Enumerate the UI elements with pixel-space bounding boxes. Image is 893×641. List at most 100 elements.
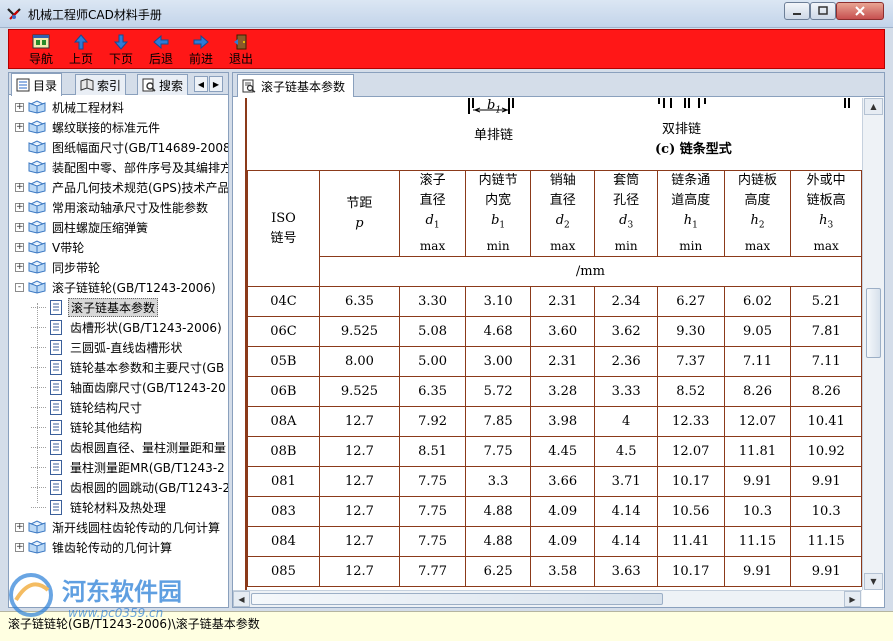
tree-page-item[interactable]: 齿槽形状(GB/T1243-2006) [31,317,224,337]
close-icon [855,6,865,16]
tree-folder-item[interactable]: + 渐开线圆柱齿轮传动的几何计算 [15,517,222,537]
forward-button[interactable]: 前进 [181,30,221,70]
value-cell: 3.00 [465,346,532,377]
tree-folder-item[interactable]: + 同步带轮 [15,257,102,277]
tab-scroll-right[interactable]: ▶ [209,76,223,92]
expand-icon[interactable]: + [15,182,24,192]
tree-item-label: 齿槽形状(GB/T1243-2006) [70,320,222,335]
tree-page-item[interactable]: 齿根圆直径、量柱测量距和量 [31,437,228,457]
tree-page-item[interactable]: 滚子链基本参数 [31,297,159,317]
tree-item-label: 滚子链链轮(GB/T1243-2006) [52,280,216,295]
value-cell: 3.33 [594,376,658,407]
expand-icon[interactable]: + [15,262,24,272]
chain-number-cell: 083 [247,496,320,527]
exit-button[interactable]: 退出 [221,30,261,70]
document-icon [50,379,62,395]
chain-number-cell: 06B [247,376,320,407]
contents-tree: + 机械工程材料 + 螺纹联接的标准元件 图纸幅面尺寸(GB/T14689-2008 装配… [9,97,228,607]
book-icon [28,220,46,234]
tree-folder-item[interactable]: + 螺纹联接的标准元件 [15,117,162,137]
tab-scroll-left[interactable]: ◀ [194,76,208,92]
minimize-button[interactable] [784,2,810,20]
scroll-down-button[interactable]: ▼ [864,573,883,590]
value-cell: 11.41 [656,526,725,557]
navigate-button[interactable]: 导航 [21,30,61,70]
tree-item-label: 装配图中零、部件序号及其编排方 [52,160,228,175]
tree-page-item[interactable]: 链轮结构尺寸 [31,397,144,417]
table-row: 06B 9.525 6.35 5.72 3.28 3.33 8.52 8.26 8.26 [247,376,862,407]
tab-search[interactable]: 搜索 [137,74,189,95]
value-cell: 5.00 [398,346,467,377]
arrow-left-icon [153,34,169,50]
value-cell: 9.91 [723,556,792,587]
collapse-icon[interactable]: - [15,282,24,292]
expand-icon[interactable]: + [15,102,24,112]
column-header: 滚子 直径 d1 max [398,170,467,257]
tree-folder-item[interactable]: + 圆柱螺旋压缩弹簧 [15,217,150,237]
value-cell: 10.56 [656,496,725,527]
tree-folder-item[interactable]: + 产品几何技术规范(GPS)技术产品 [15,177,228,197]
horizontal-scroll-thumb[interactable] [251,593,663,605]
back-button[interactable]: 后退 [141,30,181,70]
table-header-row: ISO 链号 节距 p 滚子 直径 d1 max 内链节 内宽 b1 min 销轴 直径 d2 max 套筒 孔径… [247,170,862,287]
chain-type-diagram: b1 单排链 双排链 (c) 链条型式 [247,98,862,168]
scroll-up-button[interactable]: ▲ [864,98,883,115]
expand-icon[interactable]: + [15,222,24,232]
tree-folder-item[interactable]: 图纸幅面尺寸(GB/T14689-2008 [15,137,228,157]
value-cell: 10.3 [723,496,792,527]
tree-page-item[interactable]: 链轮基本参数和主要尺寸(GB [31,357,226,377]
main-toolbar: 导航 上页 下页 后退 前进 退出 [8,29,885,69]
value-cell: 11.15 [790,526,862,557]
expand-icon[interactable]: + [15,122,24,132]
value-cell: 12.7 [318,436,400,467]
expand-icon[interactable]: + [15,202,24,212]
scroll-right-button[interactable]: ▶ [844,591,861,607]
document-panel: 滚子链基本参数 b1 单排链 双排链 (c) 链条型式 ISO 链号 节距 p … [232,72,885,608]
tree-folder-item[interactable]: + V带轮 [15,237,86,257]
column-header: 套筒 孔径 d3 min [594,170,658,257]
document-icon [50,299,62,315]
tree-page-item[interactable]: 三圆弧-直线齿槽形状 [31,337,184,357]
chain-number-cell: 08A [247,406,320,437]
page-down-button[interactable]: 下页 [101,30,141,70]
tree-folder-item[interactable]: + 机械工程材料 [15,97,126,117]
value-cell: 3.10 [465,286,532,317]
tree-page-item[interactable]: 齿根圆的圆跳动(GB/T1243-2 [31,477,228,497]
single-chain-label: 单排链 [474,128,514,143]
value-cell: 4.14 [594,496,658,527]
tree-page-item[interactable]: 量柱测量距MR(GB/T1243-2 [31,457,227,477]
close-button[interactable] [836,2,884,20]
scroll-left-button[interactable]: ◀ [233,591,250,607]
expand-icon[interactable]: + [15,522,24,532]
tree-folder-item[interactable]: - 滚子链链轮(GB/T1243-2006) [15,277,218,297]
tree-page-item[interactable]: 轴面齿廓尺寸(GB/T1243-20 [31,377,228,397]
horizontal-scrollbar[interactable]: ◀ ▶ [233,590,862,607]
tree-folder-item[interactable]: + 常用滚动轴承尺寸及性能参数 [15,197,210,217]
tree-folder-item[interactable]: 装配图中零、部件序号及其编排方 [15,157,228,177]
document-icon [50,399,62,415]
page-up-button[interactable]: 上页 [61,30,101,70]
page-frame: b1 单排链 双排链 (c) 链条型式 ISO 链号 节距 p 滚子 直径 d1 max 内链节… [245,98,862,590]
tree-page-item[interactable]: 链轮其他结构 [31,417,144,437]
tree-item-label: 齿根圆直径、量柱测量距和量 [70,440,227,455]
tab-contents[interactable]: 目录 [11,73,63,96]
chain-drawing [468,98,850,114]
book-icon [28,240,46,254]
value-cell: 10.92 [790,436,862,467]
value-cell: 12.7 [318,556,400,587]
value-cell: 9.525 [318,376,400,407]
value-cell: 9.525 [318,316,400,347]
expand-icon[interactable]: + [15,242,24,252]
tab-index[interactable]: 索引 [75,74,127,95]
vertical-scrollbar[interactable]: ▲ ▼ [862,98,884,590]
tree-item-label: 链轮材料及热处理 [70,500,167,515]
app-icon [7,8,21,20]
vertical-scroll-thumb[interactable] [866,288,881,358]
value-cell: 4.88 [465,526,532,557]
tab-document[interactable]: 滚子链基本参数 [237,74,355,97]
tree-page-item[interactable]: 链轮材料及热处理 [31,497,168,517]
expand-icon[interactable]: + [15,542,24,552]
maximize-button[interactable] [810,2,836,20]
value-cell: 12.7 [318,526,400,557]
tree-folder-item[interactable]: + 锥齿轮传动的几何计算 [15,537,174,557]
